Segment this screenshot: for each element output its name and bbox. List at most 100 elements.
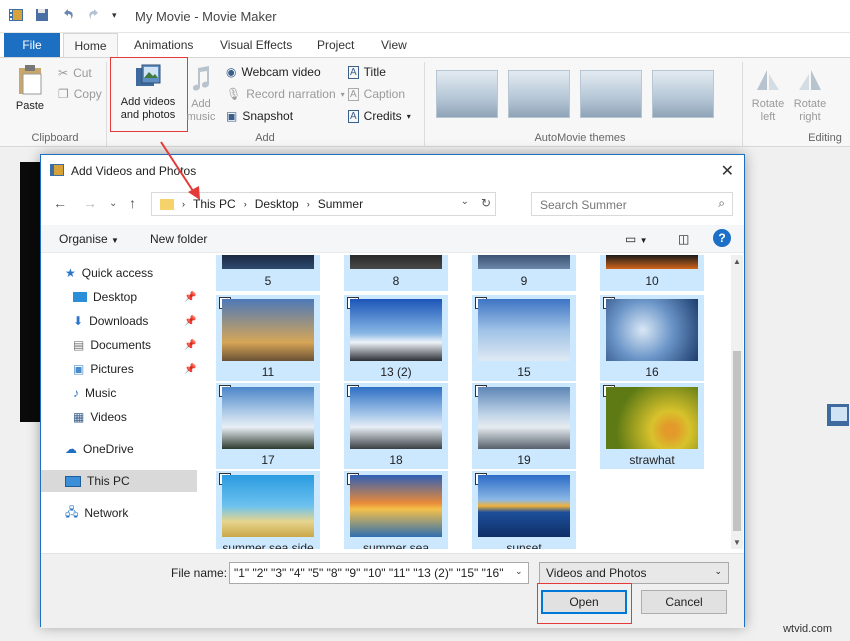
webcam-label: Webcam video — [241, 65, 320, 79]
nav-onedrive[interactable]: ☁OneDrive — [65, 438, 134, 460]
navigation-bar: ← → ⌄ ↑ › This PC › Desktop › Summer ⌄ ↻… — [41, 185, 744, 221]
breadcrumb-desktop[interactable]: Desktop — [255, 197, 299, 211]
up-arrow-icon[interactable]: ↑ — [129, 195, 136, 211]
scroll-up-icon[interactable]: ▲ — [733, 257, 741, 266]
tab-project[interactable]: Project — [305, 33, 366, 57]
cancel-button[interactable]: Cancel — [641, 590, 727, 614]
file-name: 11 — [216, 365, 320, 379]
change-view-icon[interactable]: ▭ ▼ — [625, 232, 648, 246]
pin-icon[interactable]: 📌 — [184, 340, 196, 351]
file-name-input[interactable]: "1" "2" "3" "4" "5" "8" "9" "10" "11" "1… — [229, 562, 529, 584]
nav-network[interactable]: 🖧Network — [65, 502, 128, 524]
file-tile[interactable]: ✓ 17 — [216, 383, 320, 469]
file-name: 9 — [472, 274, 576, 288]
music-icon: ♪ — [73, 386, 79, 400]
snapshot-button[interactable]: ▣Snapshot — [226, 107, 293, 125]
file-tile[interactable]: ✓ summer sea — [344, 471, 448, 549]
file-tile[interactable]: ✓ summer sea side — [216, 471, 320, 549]
pin-icon[interactable]: 📌 — [184, 364, 196, 375]
file-tile[interactable]: 8 — [344, 255, 448, 291]
pin-icon[interactable]: 📌 — [184, 292, 196, 303]
title-icon: A — [348, 66, 359, 79]
pin-icon[interactable]: 📌 — [184, 316, 196, 327]
camera-icon: ▣ — [226, 109, 237, 123]
theme-thumbnail[interactable] — [580, 70, 642, 118]
download-icon: ⬇ — [73, 314, 83, 328]
file-tile[interactable]: ✓ 13 (2) — [344, 295, 448, 381]
theme-thumbnail[interactable] — [508, 70, 570, 118]
file-list-scrollbar[interactable]: ▲ ▼ — [731, 255, 743, 549]
breadcrumb-summer[interactable]: Summer — [318, 197, 363, 211]
file-tile[interactable]: ✓ 19 — [472, 383, 576, 469]
file-name: summer sea — [344, 541, 448, 549]
file-tile[interactable]: ✓ 18 — [344, 383, 448, 469]
close-icon[interactable]: ✕ — [721, 161, 734, 181]
rotate-right-button[interactable]: Rotate right — [790, 66, 830, 124]
nav-videos[interactable]: ▦Videos — [73, 406, 127, 428]
nav-pictures[interactable]: ▣Pictures — [73, 358, 134, 380]
file-tile[interactable]: 9 — [472, 255, 576, 291]
help-icon[interactable]: ? — [713, 229, 731, 247]
save-icon[interactable] — [34, 7, 50, 23]
add-music-button[interactable]: Add music — [186, 64, 216, 124]
address-dropdown-icon[interactable]: ⌄ — [461, 196, 469, 207]
copy-button[interactable]: ❐Copy — [58, 85, 102, 103]
organise-dropdown-icon: ▼ — [111, 236, 119, 245]
new-folder-button[interactable]: New folder — [150, 232, 207, 246]
file-tile[interactable]: ✓ 11 — [216, 295, 320, 381]
scrollbar-thumb[interactable] — [733, 351, 741, 531]
star-icon: ★ — [65, 266, 76, 280]
cut-button[interactable]: ✂Cut — [58, 64, 92, 82]
file-tile[interactable]: 5 — [216, 255, 320, 291]
nav-documents[interactable]: ▤Documents — [73, 334, 151, 356]
scroll-down-icon[interactable]: ▼ — [733, 538, 741, 547]
tab-visual-effects[interactable]: Visual Effects — [208, 33, 304, 57]
tab-file[interactable]: File — [4, 33, 60, 57]
file-tile[interactable]: ✓ strawhat — [600, 383, 704, 469]
webcam-video-button[interactable]: ◉Webcam video — [226, 63, 321, 81]
paste-button[interactable]: Paste — [10, 64, 50, 113]
file-tile[interactable]: ✓ 15 — [472, 295, 576, 381]
recent-locations-chevron-icon[interactable]: ⌄ — [109, 198, 117, 209]
nav-desktop[interactable]: Desktop — [73, 286, 137, 308]
tab-home[interactable]: Home — [63, 33, 118, 57]
tab-animations[interactable]: Animations — [122, 33, 205, 57]
forward-arrow-icon[interactable]: → — [83, 195, 97, 211]
nav-label: Quick access — [82, 266, 153, 280]
file-tile[interactable]: ✓ 16 — [600, 295, 704, 381]
theme-thumbnail[interactable] — [436, 70, 498, 118]
rotate-left-button[interactable]: Rotate left — [748, 66, 788, 124]
file-type-select[interactable]: Videos and Photos ⌄ — [539, 562, 729, 584]
ribbon-separator — [742, 62, 743, 146]
file-name: 18 — [344, 453, 448, 467]
back-arrow-icon[interactable]: ← — [53, 195, 67, 211]
theme-thumbnail[interactable] — [652, 70, 714, 118]
preview-pane-icon[interactable]: ◫ — [678, 232, 689, 246]
customize-qat-chevron-icon[interactable]: ▾ — [112, 10, 117, 21]
title-button[interactable]: ATitle — [348, 63, 386, 81]
breadcrumb-separator-icon: › — [244, 199, 247, 209]
file-tile[interactable]: ✓ sunset — [472, 471, 576, 549]
tab-view[interactable]: View — [369, 33, 419, 57]
nav-quick-access[interactable]: ★ Quick access — [65, 262, 153, 284]
network-icon: 🖧 — [65, 503, 78, 524]
nav-downloads[interactable]: ⬇Downloads — [73, 310, 148, 332]
file-name: 17 — [216, 453, 320, 467]
file-name-dropdown-icon[interactable]: ⌄ — [515, 566, 523, 577]
nav-this-pc[interactable]: This PC — [41, 470, 197, 492]
search-input[interactable]: Search Summer ⌕ — [531, 192, 733, 216]
record-narration-button[interactable]: 🎙Record narration▾ — [226, 85, 345, 103]
refresh-icon[interactable]: ↻ — [481, 196, 491, 210]
credits-label: Credits — [364, 109, 402, 123]
file-tile[interactable]: 10 — [600, 255, 704, 291]
watermark: wtvid.com — [783, 623, 832, 635]
undo-icon[interactable] — [60, 7, 76, 23]
nav-music[interactable]: ♪Music — [73, 382, 116, 404]
redo-icon[interactable] — [86, 7, 102, 23]
credits-button[interactable]: ACredits▾ — [348, 107, 411, 125]
caption-button[interactable]: ACaption — [348, 85, 405, 103]
organise-menu[interactable]: Organise ▼ — [59, 232, 119, 246]
file-list: 5 8 9 10 ✓ 11 ✓ 13 (2) ✓ 15 — [216, 255, 731, 549]
storyboard-clip-icon[interactable] — [826, 402, 850, 428]
paste-label: Paste — [10, 100, 50, 113]
